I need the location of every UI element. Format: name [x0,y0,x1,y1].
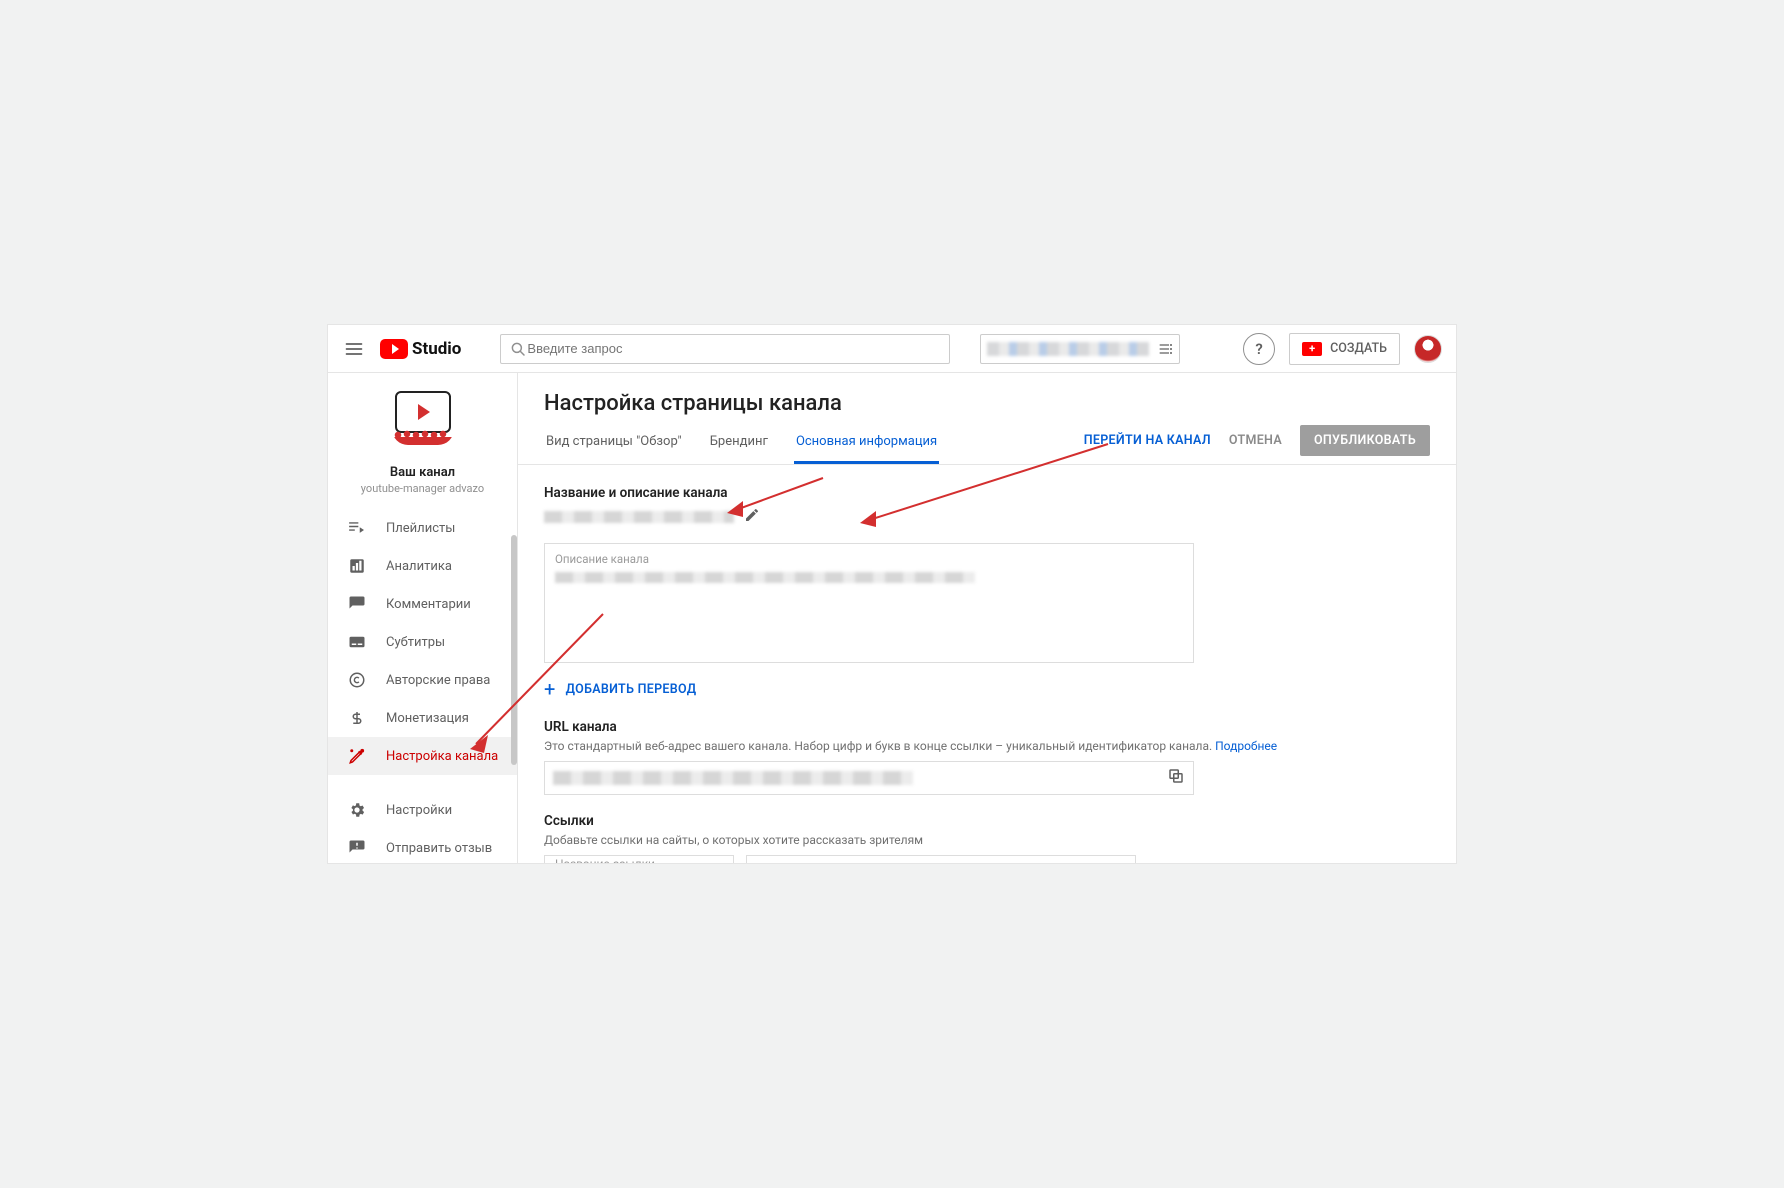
customization-icon [346,747,368,765]
redacted-text [987,342,1149,356]
sidebar-item-analytics[interactable]: Аналитика [328,547,517,585]
edit-name-icon[interactable] [744,507,760,527]
sidebar-label: Субтитры [386,635,445,650]
menu-icon[interactable] [342,337,366,361]
sidebar-nav: Плейлисты Аналитика Комментарии Субтитры… [328,507,517,777]
search-input[interactable] [500,334,950,364]
sidebar-item-customization[interactable]: Настройка канала [328,737,517,775]
sidebar-item-comments[interactable]: Комментарии [328,585,517,623]
create-button[interactable]: СОЗДАТЬ [1289,333,1400,365]
add-translation-label: ДОБАВИТЬ ПЕРЕВОД [566,682,697,697]
sidebar-item-subtitles[interactable]: Субтитры [328,623,517,661]
avatar[interactable] [1414,335,1442,363]
tab-branding[interactable]: Брендинг [708,422,770,464]
create-video-icon [1302,342,1322,356]
cancel-button[interactable]: ОТМЕНА [1229,433,1282,448]
url-help-text: Это стандартный веб-адрес вашего канала.… [544,739,1430,753]
copy-url-icon[interactable] [1167,767,1185,789]
sidebar-item-settings[interactable]: Настройки [328,791,517,829]
youtube-logo-icon [380,339,408,359]
sidebar-item-playlists[interactable]: Плейлисты [328,509,517,547]
link-name-input[interactable]: Название ссылки (обязательно) [544,855,734,863]
sidebar-label: Аналитика [386,559,452,574]
section-title-name-desc: Название и описание канала [544,485,1430,501]
sidebar-label: Авторские права [386,673,490,688]
channel-title: Ваш канал [328,465,517,480]
studio-logo[interactable]: Studio [380,339,461,359]
list-icon [1157,341,1173,357]
channel-url-field[interactable] [544,761,1194,795]
channel-avatar[interactable] [389,391,457,459]
playlist-icon [346,518,368,538]
sidebar-item-monetization[interactable]: Монетизация [328,699,517,737]
view-channel-link[interactable]: ПЕРЕЙТИ НА КАНАЛ [1084,433,1211,448]
sidebar-label: Настройка канала [386,749,498,764]
copyright-icon [346,671,368,689]
analytics-icon [346,557,368,575]
search-field[interactable] [527,341,941,356]
add-translation-button[interactable]: + ДОБАВИТЬ ПЕРЕВОД [544,679,1430,699]
sidebar-label: Настройки [386,803,452,818]
monetization-icon [346,709,368,727]
main-content: Настройка страницы канала Вид страницы "… [518,373,1456,863]
tab-basic-info[interactable]: Основная информация [794,422,939,464]
link-url-input[interactable]: URL (обязательно) [746,855,1136,863]
sidebar-label: Монетизация [386,711,469,726]
comments-icon [346,595,368,613]
links-help-text: Добавьте ссылки на сайты, о которых хоти… [544,833,1430,847]
page-title: Настройка страницы канала [544,391,1430,416]
channel-name-redacted [544,511,734,523]
sidebar-label: Плейлисты [386,521,455,536]
app-window: Studio ? СОЗДАТЬ Ваш [327,324,1457,864]
description-textarea[interactable]: Описание канала [544,543,1194,663]
channel-header: Ваш канал youtube-manager advazo [328,373,517,507]
tab-layout[interactable]: Вид страницы "Обзор" [544,422,684,464]
plus-icon: + [544,679,556,699]
scrollbar-thumb[interactable] [511,535,517,765]
sidebar: Ваш канал youtube-manager advazo Плейлис… [328,373,518,863]
settings-icon [346,801,368,819]
subtitles-icon [346,633,368,651]
logo-text: Studio [412,339,461,359]
section-title-url: URL канала [544,719,1430,735]
description-label: Описание канала [555,552,1183,566]
create-label: СОЗДАТЬ [1330,341,1387,356]
channel-subtitle: youtube-manager advazo [328,482,517,495]
sidebar-item-copyright[interactable]: Авторские права [328,661,517,699]
sidebar-item-feedback[interactable]: Отправить отзыв [328,829,517,863]
feedback-icon [346,839,368,857]
description-redacted [555,572,975,583]
section-title-links: Ссылки [544,813,1430,829]
url-learn-more-link[interactable]: Подробнее [1215,739,1277,753]
tabs-row: Вид страницы "Обзор" Брендинг Основная и… [518,422,1456,465]
account-switcher[interactable] [980,334,1180,364]
sidebar-footer-nav: Настройки Отправить отзыв [328,789,517,863]
sidebar-label: Отправить отзыв [386,841,492,856]
publish-button[interactable]: ОПУБЛИКОВАТЬ [1300,425,1430,456]
help-icon[interactable]: ? [1243,333,1275,365]
url-redacted [553,771,913,785]
sidebar-label: Комментарии [386,597,471,612]
topbar: Studio ? СОЗДАТЬ [328,325,1456,373]
